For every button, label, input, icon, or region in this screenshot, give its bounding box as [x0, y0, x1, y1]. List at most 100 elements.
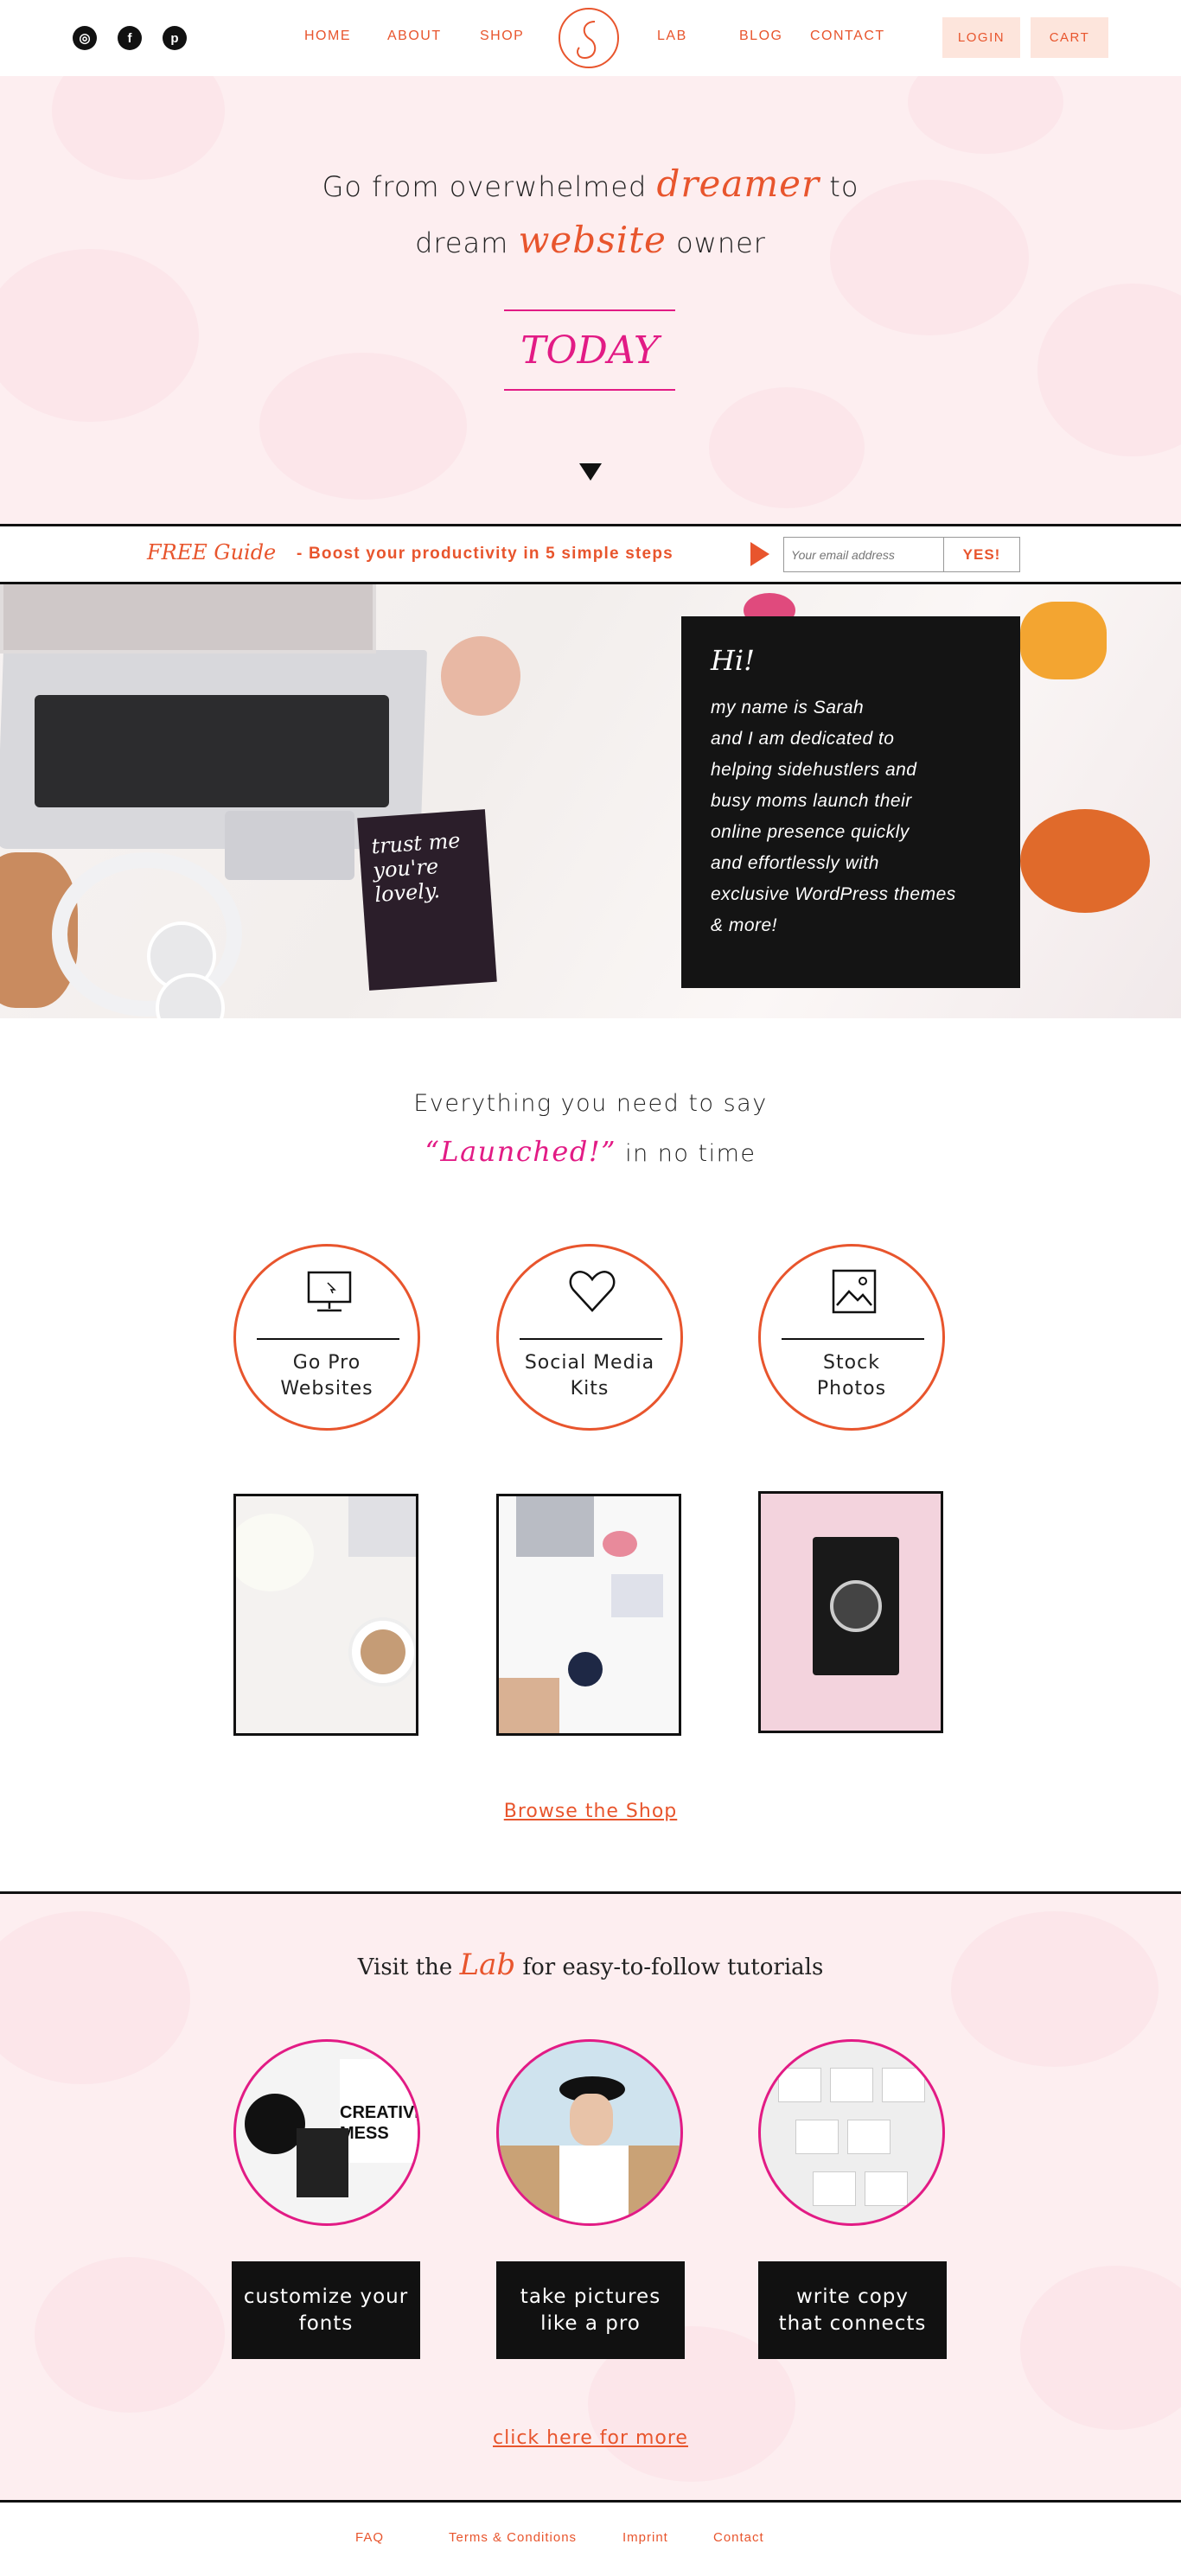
- site-header: ◎ f p HOME ABOUT SHOP LAB BLOG CONTACT L…: [0, 0, 1181, 76]
- about-line: exclusive WordPress themes: [711, 884, 956, 904]
- site-footer: FAQ Terms & Conditions Imprint Contact: [0, 2500, 1181, 2574]
- divider: [520, 1338, 662, 1340]
- product-photo-websites[interactable]: [233, 1494, 418, 1736]
- laptop-photo: [499, 1678, 559, 1733]
- hero-accent-website: website: [518, 219, 667, 261]
- nav-shop[interactable]: SHOP: [480, 29, 524, 44]
- optin-submit-button[interactable]: YES!: [944, 537, 1020, 572]
- keycap-photo: [882, 2068, 925, 2102]
- lab-heading-text: for easy-to-follow tutorials: [515, 1954, 824, 1980]
- shirt-photo: [559, 2146, 629, 2223]
- about-line: online presence quickly: [711, 822, 910, 842]
- hero-headline-line2: dream website owner: [0, 219, 1181, 261]
- product-circle-stock-photos[interactable]: Stock Photos: [758, 1244, 945, 1431]
- divider: [782, 1338, 924, 1340]
- optin-bar: FREE Guide - Boost your productivity in …: [0, 524, 1181, 584]
- today-cta[interactable]: TODAY: [504, 309, 675, 391]
- logo-mark-icon: [577, 21, 597, 60]
- products-accent: “Launched!”: [425, 1135, 617, 1168]
- optin-description: - Boost your productivity in 5 simple st…: [297, 545, 673, 563]
- shoe-photo: [1020, 809, 1150, 913]
- browse-shop-link[interactable]: Browse the Shop: [0, 1801, 1181, 1822]
- product-label: Stock Photos: [761, 1350, 942, 1402]
- footer-faq-link[interactable]: FAQ: [355, 2530, 384, 2545]
- keyboard-photo: [35, 695, 389, 807]
- products-heading-post: in no time: [616, 1140, 756, 1167]
- keycap-photo: [795, 2120, 839, 2154]
- login-button[interactable]: LOGIN: [942, 17, 1020, 58]
- lab-photo-pictures[interactable]: [496, 2039, 683, 2226]
- lab-button-line: write copy: [795, 2285, 910, 2308]
- decor-blob: [1037, 284, 1181, 456]
- email-field[interactable]: [783, 537, 944, 572]
- box-photo: [611, 1574, 663, 1617]
- fries-photo: [1020, 602, 1107, 679]
- hero-text: Go from overwhelmed: [322, 170, 657, 203]
- lab-button-line: that connects: [778, 2311, 927, 2335]
- nav-lab[interactable]: LAB: [657, 29, 687, 44]
- product-label-line: Social Media: [524, 1352, 655, 1374]
- flower-photo: [236, 1514, 314, 1591]
- footer-terms-link[interactable]: Terms & Conditions: [449, 2530, 577, 2545]
- decor-blob: [951, 1911, 1159, 2067]
- camera-lens-photo: [830, 1580, 882, 1632]
- cart-button[interactable]: CART: [1031, 17, 1108, 58]
- about-line: my name is Sarah: [711, 698, 865, 717]
- keycap-photo: [865, 2171, 908, 2206]
- lab-photo-fonts[interactable]: CREATIVE MESS: [233, 2039, 420, 2226]
- product-photo-stock-photos[interactable]: [758, 1491, 943, 1733]
- lab-accent: Lab: [459, 1948, 516, 1982]
- lab-button-line: take pictures: [520, 2285, 661, 2308]
- about-intro-box: Hi! my name is Sarah and I am dedicated …: [681, 616, 1020, 988]
- magazine-photo: [297, 2128, 348, 2197]
- scroll-down-arrow-icon[interactable]: [579, 463, 602, 481]
- about-greeting: Hi!: [711, 644, 755, 677]
- hero-text: owner: [666, 226, 766, 259]
- lab-section: Visit the Lab for easy-to-follow tutoria…: [0, 1891, 1181, 2500]
- lab-button-copy[interactable]: write copy that connects: [758, 2261, 947, 2359]
- laptop-screen: [0, 584, 376, 654]
- heart-icon: [569, 1271, 616, 1312]
- decor-blob: [0, 249, 199, 422]
- nav-home[interactable]: HOME: [304, 29, 351, 44]
- lab-heading-text: Visit the: [357, 1954, 460, 1980]
- decor-blob: [709, 387, 865, 508]
- keycap-photo: [830, 2068, 873, 2102]
- lab-button-fonts[interactable]: customize your fonts: [232, 2261, 420, 2359]
- product-label: Social Media Kits: [499, 1350, 680, 1402]
- lab-button-line: customize your: [243, 2285, 409, 2308]
- lab-photo-copy[interactable]: [758, 2039, 945, 2226]
- product-photo-social-kits[interactable]: [496, 1494, 681, 1736]
- decor-blob: [35, 2257, 225, 2413]
- trackpad-photo: [225, 811, 354, 880]
- product-circle-websites[interactable]: Go Pro Websites: [233, 1244, 420, 1431]
- product-circle-social-kits[interactable]: Social Media Kits: [496, 1244, 683, 1431]
- teapot-photo: [441, 636, 520, 716]
- nav-contact[interactable]: CONTACT: [810, 29, 885, 44]
- hero-section: Go from overwhelmed dreamer to dream web…: [0, 76, 1181, 524]
- optin-free-label: FREE Guide: [147, 540, 277, 564]
- about-line: and effortlessly with: [711, 853, 879, 873]
- lab-button-line: fonts: [298, 2311, 354, 2335]
- lab-button-pictures[interactable]: take pictures like a pro: [496, 2261, 685, 2359]
- decor-blob: [259, 353, 467, 500]
- pinterest-icon[interactable]: p: [163, 26, 187, 50]
- footer-contact-link[interactable]: Contact: [713, 2530, 764, 2545]
- lab-heading: Visit the Lab for easy-to-follow tutoria…: [0, 1948, 1181, 1982]
- instagram-icon[interactable]: ◎: [73, 26, 97, 50]
- product-label-line: Kits: [570, 1378, 610, 1400]
- facebook-icon[interactable]: f: [118, 26, 142, 50]
- site-logo[interactable]: [559, 8, 619, 68]
- about-section: trust me you're lovely. Hi! my name is S…: [0, 584, 1181, 1018]
- decor-blob: [908, 76, 1063, 154]
- nav-blog[interactable]: BLOG: [739, 29, 782, 44]
- monitor-icon: [307, 1271, 352, 1312]
- about-line: and I am dedicated to: [711, 729, 895, 749]
- product-label-line: Stock: [823, 1352, 880, 1374]
- face-photo: [570, 2094, 613, 2146]
- lab-more-link[interactable]: click here for more: [0, 2427, 1181, 2449]
- keycap-photo: [778, 2068, 821, 2102]
- about-text: my name is Sarah and I am dedicated to h…: [711, 692, 991, 941]
- footer-imprint-link[interactable]: Imprint: [622, 2530, 668, 2545]
- nav-about[interactable]: ABOUT: [387, 29, 442, 44]
